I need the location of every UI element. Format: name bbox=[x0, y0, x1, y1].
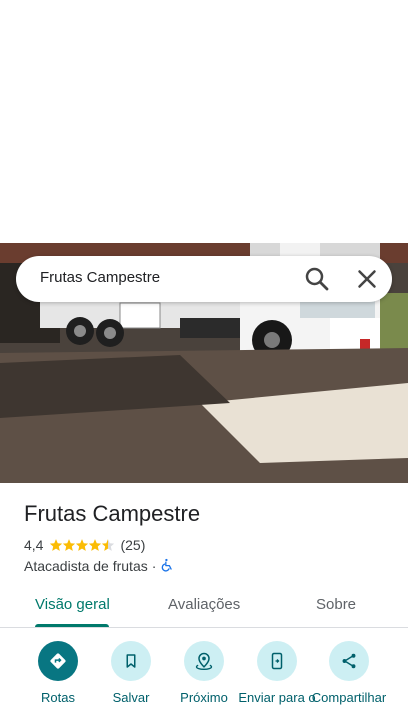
rating-row[interactable]: 4,4 (25) bbox=[24, 537, 145, 553]
half-star-icon bbox=[102, 539, 115, 551]
active-tab-indicator bbox=[35, 624, 109, 627]
wheelchair-accessible-icon bbox=[160, 558, 174, 575]
separator: · bbox=[151, 558, 157, 574]
close-icon[interactable] bbox=[352, 264, 382, 294]
star-icon bbox=[76, 539, 89, 551]
send-to-phone-icon bbox=[257, 641, 297, 681]
star-rating bbox=[49, 538, 115, 552]
search-bar[interactable]: Frutas Campestre bbox=[16, 256, 392, 302]
search-icon[interactable] bbox=[302, 264, 332, 294]
place-category: Atacadista de frutas bbox=[24, 558, 148, 574]
tab-overview[interactable]: Visão geral bbox=[35, 596, 110, 613]
tab-reviews[interactable]: Avaliações bbox=[168, 596, 240, 613]
share-icon bbox=[329, 641, 369, 681]
rating-value: 4,4 bbox=[24, 537, 44, 553]
star-icon bbox=[89, 539, 102, 551]
star-icon bbox=[63, 539, 76, 551]
category-row: Atacadista de frutas · bbox=[24, 557, 174, 575]
directions-icon bbox=[38, 641, 78, 681]
save-label: Salvar bbox=[112, 690, 150, 705]
nearby-icon bbox=[184, 641, 224, 681]
share-label: Compartilhar bbox=[311, 690, 387, 705]
nearby-label: Próximo bbox=[180, 690, 228, 705]
star-icon bbox=[50, 539, 63, 551]
tab-bar: Visão geral Avaliações Sobre bbox=[0, 583, 408, 628]
place-title: Frutas Campestre bbox=[24, 501, 201, 526]
tab-about[interactable]: Sobre bbox=[316, 596, 356, 613]
review-count[interactable]: (25) bbox=[120, 537, 145, 553]
search-input[interactable]: Frutas Campestre bbox=[40, 269, 160, 286]
directions-label: Rotas bbox=[41, 690, 75, 705]
send-to-phone-label: Enviar para o bbox=[238, 690, 316, 705]
bookmark-icon bbox=[111, 641, 151, 681]
action-bar: Rotas Salvar Próximo Enviar para o Compa… bbox=[0, 641, 408, 726]
place-sheet: Frutas Campestre 4,4 (25) Atacadista de … bbox=[0, 483, 408, 726]
